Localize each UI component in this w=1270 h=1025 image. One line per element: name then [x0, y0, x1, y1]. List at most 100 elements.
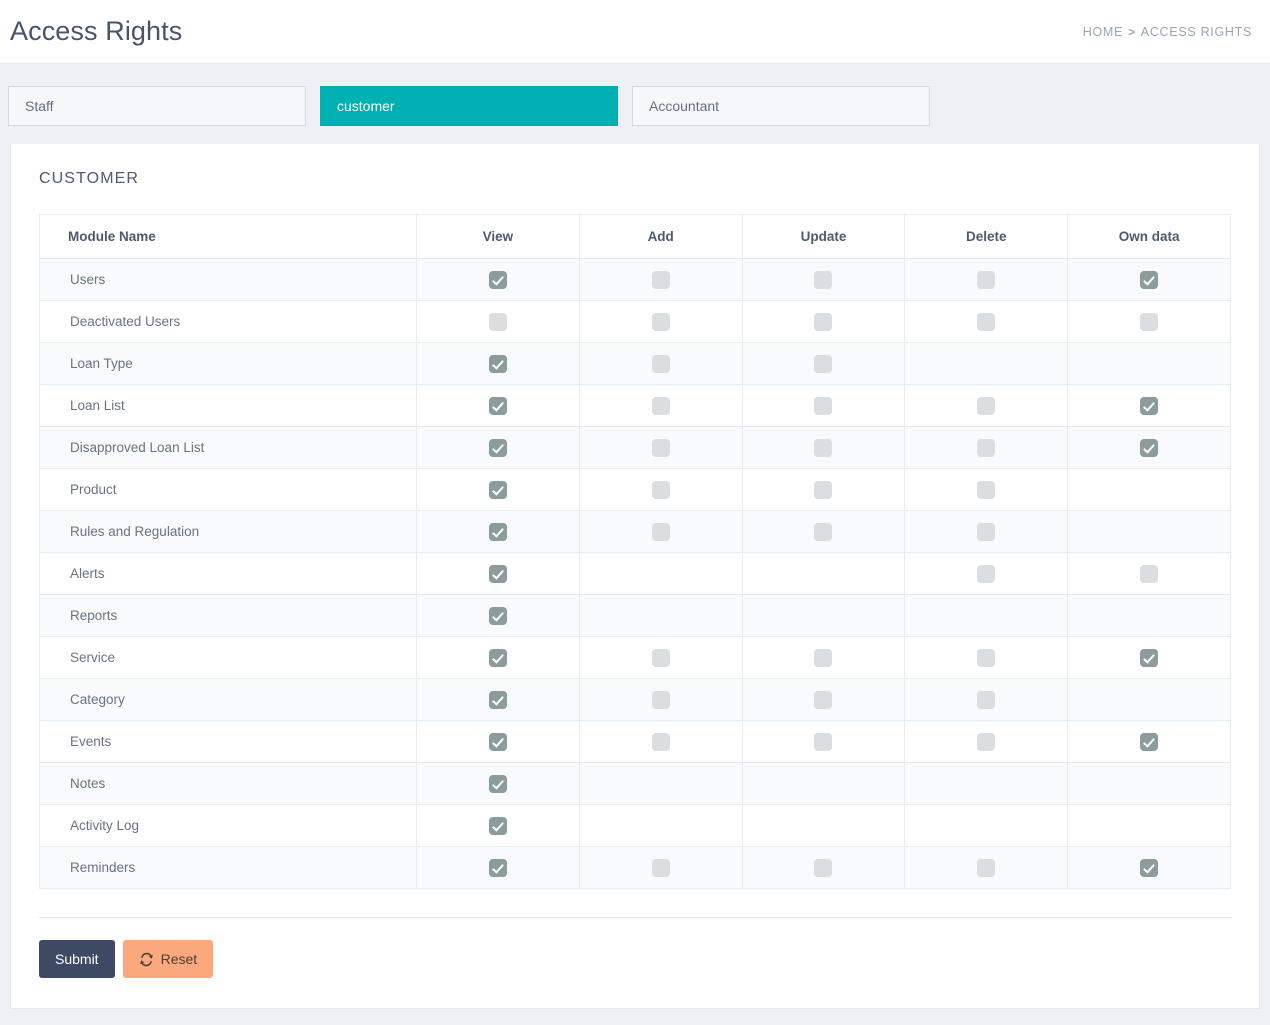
- checkbox-update[interactable]: [814, 732, 833, 751]
- checkbox-delete[interactable]: [977, 396, 996, 415]
- checkbox-update[interactable]: [814, 270, 833, 289]
- checkbox-update[interactable]: [814, 480, 833, 499]
- checkbox-view[interactable]: [488, 564, 507, 583]
- checkbox-own-data[interactable]: [1140, 312, 1159, 331]
- permission-cell-add: [578, 342, 743, 385]
- checkbox-delete[interactable]: [977, 270, 996, 289]
- permission-not-applicable: [652, 815, 670, 833]
- checkbox-own-data[interactable]: [1140, 438, 1159, 457]
- permission-cell-delete: [904, 258, 1069, 301]
- checkbox-own-data[interactable]: [1140, 858, 1159, 877]
- checkbox-add[interactable]: [651, 648, 670, 667]
- checkbox-own-data[interactable]: [1140, 564, 1159, 583]
- checkbox-own-data[interactable]: [1140, 270, 1159, 289]
- module-name-cell: Reports: [39, 594, 417, 637]
- checkbox-add[interactable]: [651, 438, 670, 457]
- module-name-cell: Events: [39, 720, 417, 763]
- checkbox-delete[interactable]: [977, 480, 996, 499]
- checkbox-delete[interactable]: [977, 858, 996, 877]
- role-tabs: Staff customer Accountant: [0, 64, 1270, 144]
- checkbox-update[interactable]: [814, 690, 833, 709]
- tab-customer[interactable]: customer: [320, 86, 618, 126]
- checkbox-update[interactable]: [814, 858, 833, 877]
- permission-not-applicable: [977, 353, 995, 371]
- checkbox-view[interactable]: [488, 438, 507, 457]
- checkbox-delete[interactable]: [977, 690, 996, 709]
- checkbox-delete[interactable]: [977, 438, 996, 457]
- permission-cell-own-data: [1067, 636, 1231, 679]
- checkbox-add[interactable]: [651, 522, 670, 541]
- permission-not-applicable: [652, 773, 670, 791]
- permission-cell-view: [416, 720, 580, 763]
- permission-cell-own-data: [1067, 678, 1231, 721]
- checkbox-delete[interactable]: [977, 732, 996, 751]
- checkbox-delete[interactable]: [977, 522, 996, 541]
- checkbox-view[interactable]: [488, 858, 507, 877]
- submit-button[interactable]: Submit: [39, 940, 115, 978]
- permission-cell-own-data: [1067, 552, 1231, 595]
- breadcrumb-home-link[interactable]: HOME: [1083, 25, 1123, 39]
- permission-cell-update: [741, 342, 906, 385]
- checkbox-update[interactable]: [814, 396, 833, 415]
- checkbox-update[interactable]: [814, 522, 833, 541]
- checkbox-view[interactable]: [488, 396, 507, 415]
- checkbox-add[interactable]: [651, 480, 670, 499]
- checkbox-add[interactable]: [651, 354, 670, 373]
- checkbox-view[interactable]: [488, 312, 507, 331]
- permission-cell-add: [578, 384, 743, 427]
- checkbox-delete[interactable]: [977, 564, 996, 583]
- permission-cell-update: [741, 552, 906, 595]
- checkbox-add[interactable]: [651, 858, 670, 877]
- checkbox-delete[interactable]: [977, 312, 996, 331]
- checkbox-update[interactable]: [814, 354, 833, 373]
- checkbox-update[interactable]: [814, 312, 833, 331]
- permission-not-applicable: [977, 815, 995, 833]
- checkbox-add[interactable]: [651, 732, 670, 751]
- permission-cell-update: [741, 804, 906, 847]
- permission-cell-view: [416, 804, 580, 847]
- checkbox-view[interactable]: [488, 270, 507, 289]
- checkbox-update[interactable]: [814, 438, 833, 457]
- checkbox-view[interactable]: [488, 690, 507, 709]
- permission-cell-delete: [904, 846, 1069, 889]
- checkbox-view[interactable]: [488, 732, 507, 751]
- checkbox-add[interactable]: [651, 690, 670, 709]
- checkbox-view[interactable]: [488, 816, 507, 835]
- checkbox-view[interactable]: [488, 774, 507, 793]
- table-row: Activity Log: [39, 804, 1231, 847]
- checkbox-add[interactable]: [651, 396, 670, 415]
- permission-not-applicable: [977, 605, 995, 623]
- reset-button[interactable]: Reset: [122, 940, 214, 978]
- permission-cell-update: [741, 762, 906, 805]
- column-header-view: View: [416, 214, 580, 259]
- table-header: Module Name View Add Update Delete Own d…: [39, 214, 1231, 259]
- checkbox-view[interactable]: [488, 648, 507, 667]
- checkbox-update[interactable]: [814, 648, 833, 667]
- checkbox-own-data[interactable]: [1140, 396, 1159, 415]
- checkbox-view[interactable]: [488, 522, 507, 541]
- tab-accountant[interactable]: Accountant: [632, 86, 930, 126]
- table-row: Rules and Regulation: [39, 510, 1231, 553]
- breadcrumb-separator-icon: >: [1128, 24, 1136, 39]
- checkbox-add[interactable]: [651, 270, 670, 289]
- permission-cell-add: [578, 636, 743, 679]
- checkbox-view[interactable]: [488, 480, 507, 499]
- permission-cell-delete: [904, 678, 1069, 721]
- checkbox-view[interactable]: [488, 606, 507, 625]
- permission-cell-update: [741, 384, 906, 427]
- checkbox-view[interactable]: [488, 354, 507, 373]
- checkbox-add[interactable]: [651, 312, 670, 331]
- column-header-delete: Delete: [904, 214, 1069, 259]
- permission-cell-update: [741, 468, 906, 511]
- permission-cell-add: [578, 552, 743, 595]
- card-title: CUSTOMER: [39, 170, 140, 187]
- refresh-icon: [139, 952, 154, 967]
- permission-cell-add: [578, 678, 743, 721]
- checkbox-delete[interactable]: [977, 648, 996, 667]
- permission-not-applicable: [1140, 773, 1158, 791]
- tab-staff[interactable]: Staff: [8, 86, 306, 126]
- permission-cell-update: [741, 720, 906, 763]
- checkbox-own-data[interactable]: [1140, 732, 1159, 751]
- checkbox-own-data[interactable]: [1140, 648, 1159, 667]
- permission-not-applicable: [1140, 521, 1158, 539]
